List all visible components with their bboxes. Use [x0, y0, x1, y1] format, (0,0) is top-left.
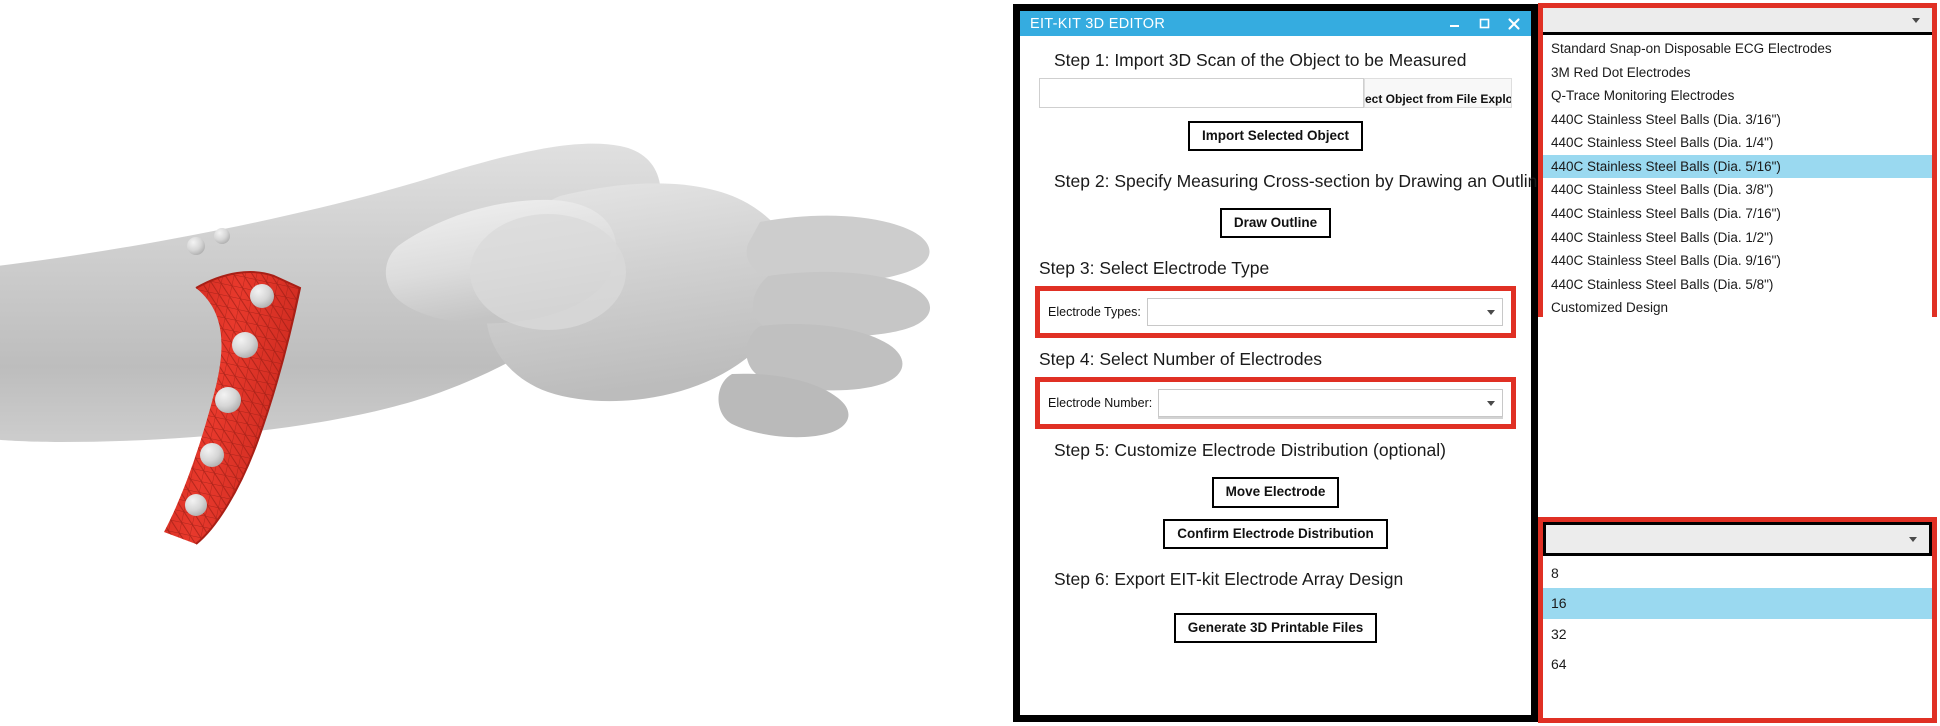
- dropdown-option[interactable]: 440C Stainless Steel Balls (Dia. 3/8"): [1543, 178, 1932, 202]
- electrode-node: [232, 332, 258, 358]
- step3-title: Step 3: Select Electrode Type: [1039, 258, 1270, 279]
- chevron-down-icon: [1912, 17, 1920, 23]
- generate-3d-printable-files-button[interactable]: Generate 3D Printable Files: [1173, 612, 1378, 643]
- electrode-number-option-list[interactable]: 8 16 32 64: [1543, 556, 1932, 680]
- chevron-down-icon: [1487, 400, 1495, 406]
- window-title-bar[interactable]: EIT-KIT 3D EDITOR: [1020, 11, 1531, 36]
- electrode-node: [250, 284, 274, 308]
- window-title: EIT-KIT 3D EDITOR: [1030, 15, 1166, 32]
- confirm-electrode-distribution-button[interactable]: Confirm Electrode Distribution: [1163, 518, 1388, 549]
- step4-title: Step 4: Select Number of Electrodes: [1039, 349, 1323, 370]
- electrode-node: [214, 228, 230, 244]
- move-electrode-button[interactable]: Move Electrode: [1211, 477, 1340, 508]
- dropdown-option[interactable]: 64: [1543, 649, 1932, 679]
- eit-kit-3d-editor-window: EIT-KIT 3D EDITOR Step 1: Import 3D Scan…: [1013, 4, 1548, 722]
- step2-title: Step 2: Specify Measuring Cross-section …: [1054, 171, 1548, 192]
- close-icon[interactable]: [1499, 11, 1529, 36]
- dropdown-option[interactable]: 440C Stainless Steel Balls (Dia. 1/2"): [1543, 226, 1932, 250]
- dropdown-option[interactable]: 440C Stainless Steel Balls (Dia. 5/16"): [1543, 154, 1932, 179]
- import-selected-object-button[interactable]: Import Selected Object: [1187, 121, 1364, 152]
- chevron-down-icon: [1909, 536, 1917, 542]
- minimize-icon[interactable]: [1439, 11, 1469, 36]
- dropdown-option[interactable]: Q-Trace Monitoring Electrodes: [1543, 84, 1932, 108]
- electrode-number-dropdown-popup[interactable]: 8 16 32 64: [1538, 517, 1937, 723]
- electrode-node: [215, 387, 241, 413]
- editor-content: Step 1: Import 3D Scan of the Object to …: [1020, 36, 1548, 715]
- dropdown-option[interactable]: 32: [1543, 619, 1932, 649]
- dropdown-option[interactable]: 3M Red Dot Electrodes: [1543, 61, 1932, 85]
- electrode-types-option-list[interactable]: Standard Snap-on Disposable ECG Electrod…: [1543, 35, 1932, 320]
- dropdown-option[interactable]: 440C Stainless Steel Balls (Dia. 9/16"): [1543, 249, 1932, 273]
- dropdown-option[interactable]: 440C Stainless Steel Balls (Dia. 5/8"): [1543, 273, 1932, 297]
- maximize-icon[interactable]: [1469, 11, 1499, 36]
- draw-outline-button[interactable]: Draw Outline: [1219, 208, 1332, 239]
- 3d-scan-viewport[interactable]: [0, 0, 1013, 726]
- forearm-3d-model: [0, 143, 931, 545]
- dropdown-option[interactable]: Standard Snap-on Disposable ECG Electrod…: [1543, 37, 1932, 61]
- step1-title: Step 1: Import 3D Scan of the Object to …: [1054, 50, 1467, 70]
- electrode-number-dropdown-header[interactable]: [1543, 522, 1932, 556]
- electrode-types-dropdown-header[interactable]: [1543, 8, 1932, 35]
- step5-title: Step 5: Customize Electrode Distribution…: [1054, 440, 1446, 461]
- step6-title: Step 6: Export EIT-kit Electrode Array D…: [1054, 568, 1404, 589]
- electrode-node: [187, 237, 205, 255]
- dropdown-option[interactable]: Customized Design: [1543, 296, 1932, 320]
- electrode-node: [185, 494, 207, 516]
- electrode-number-label: Electrode Number:: [1048, 396, 1153, 411]
- file-path-input[interactable]: [1039, 78, 1364, 108]
- dropdown-option[interactable]: 8: [1543, 558, 1932, 588]
- dropdown-option[interactable]: 440C Stainless Steel Balls (Dia. 3/16"): [1543, 108, 1932, 132]
- electrode-node: [200, 443, 224, 467]
- electrode-types-combobox[interactable]: [1146, 298, 1503, 327]
- electrode-types-dropdown-popup[interactable]: Standard Snap-on Disposable ECG Electrod…: [1538, 3, 1937, 320]
- dropdown-option[interactable]: 440C Stainless Steel Balls (Dia. 1/4"): [1543, 131, 1932, 155]
- electrode-types-label: Electrode Types:: [1048, 305, 1141, 320]
- step3-highlight-box: Electrode Types:: [1035, 286, 1516, 339]
- chevron-down-icon: [1487, 309, 1495, 315]
- dropdown-option[interactable]: 440C Stainless Steel Balls (Dia. 7/16"): [1543, 202, 1932, 226]
- step4-highlight-box: Electrode Number:: [1035, 377, 1516, 430]
- wrist-bone-highlight: [470, 214, 626, 330]
- electrode-number-combobox[interactable]: [1158, 389, 1503, 418]
- dropdown-option[interactable]: 16: [1543, 588, 1932, 619]
- select-object-from-file-explorer-button[interactable]: Select Object from File Explorer: [1364, 78, 1512, 108]
- file-select-row: Select Object from File Explorer: [1039, 78, 1512, 108]
